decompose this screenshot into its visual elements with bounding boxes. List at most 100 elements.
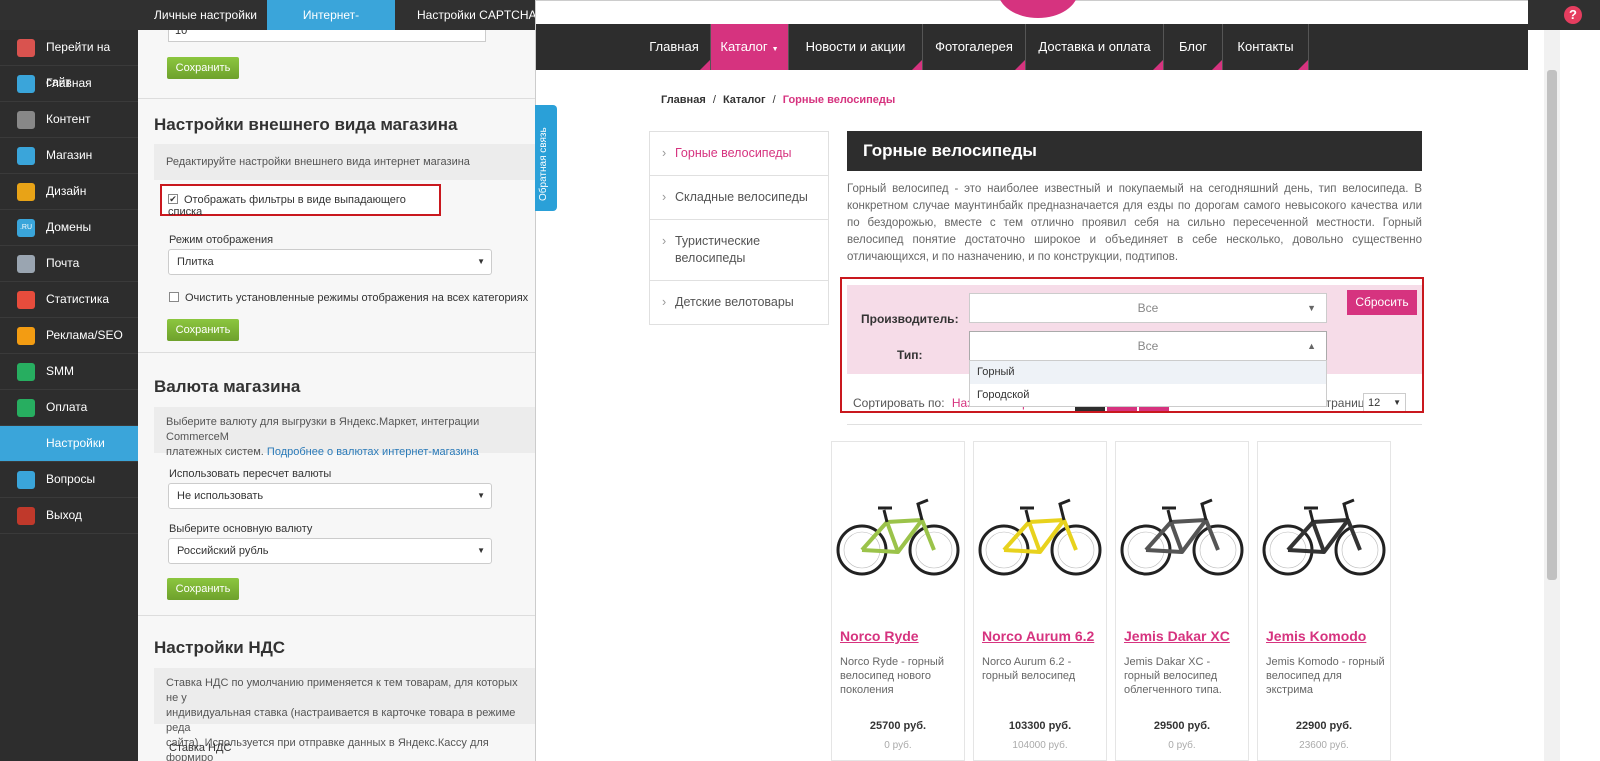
currency-info-link[interactable]: Подробнее о валютах интернет-магазина — [267, 446, 479, 458]
sidebar-item-question[interactable]: Вопросы — [0, 462, 138, 498]
chevron-down-icon: ▼ — [477, 491, 485, 500]
sidebar-item-power[interactable]: Выход — [0, 498, 138, 534]
dropdown-filters-highlight: ✔ Отображать фильтры в виде выпадающего с… — [160, 184, 441, 218]
divider — [138, 352, 538, 353]
dropdown-filters-option[interactable]: ✔ Отображать фильтры в виде выпадающего с… — [168, 194, 439, 218]
question-icon — [17, 471, 35, 489]
sidebar-item-domain[interactable]: .RU Домены — [0, 210, 138, 246]
nav-blog[interactable]: Блог — [1164, 24, 1223, 70]
nav-news[interactable]: Новости и акции — [789, 24, 923, 70]
nav-gallery[interactable]: Фотогалерея — [923, 24, 1026, 70]
sidebar-item-label: Настройки — [46, 436, 105, 450]
sidebar-item-cart[interactable]: Магазин — [0, 138, 138, 174]
top-number-input[interactable]: 10 — [168, 30, 486, 42]
product-name-link[interactable]: Jemis Komodo — [1266, 628, 1366, 644]
display-mode-select[interactable]: Плитка ▼ — [168, 249, 492, 275]
recalc-select[interactable]: Не использовать ▼ — [168, 483, 492, 509]
bike-image[interactable] — [832, 482, 964, 592]
tab-personal-settings[interactable]: Личные настройки — [140, 0, 271, 30]
category-mountain[interactable]: › Горные велосипеды — [650, 132, 828, 176]
sidebar-item-home[interactable]: Перейти на сайт — [0, 30, 138, 89]
sidebar-item-gear[interactable]: Настройки — [0, 426, 138, 462]
sidebar-item-chart[interactable]: Реклама/SEO — [0, 318, 138, 354]
divider — [847, 424, 1422, 425]
dropdown-filters-checkbox[interactable]: ✔ — [168, 194, 178, 205]
product-name-link[interactable]: Norco Ryde — [840, 628, 919, 644]
category-touring[interactable]: › Туристические велосипеды — [650, 220, 828, 281]
tab-online-store[interactable]: Интернет-магазин — [267, 0, 395, 52]
currency-desc-line1: Выберите валюту для выгрузки в Яндекс.Ма… — [166, 416, 480, 443]
currency-desc-line2: платежных систем. — [166, 446, 267, 458]
product-card[interactable]: Norco Ryde Norco Ryde - горный велосипед … — [831, 441, 965, 761]
tab-captcha-settings[interactable]: Настройки CAPTCHA — [403, 0, 551, 30]
sidebar-item-label: Магазин — [46, 148, 93, 162]
sidebar-item-stats[interactable]: Статистика — [0, 282, 138, 318]
vat-title: Настройки НДС — [154, 638, 286, 657]
clear-modes-checkbox[interactable] — [169, 292, 179, 303]
help-icon[interactable]: ? — [1564, 6, 1582, 24]
bike-image[interactable] — [1258, 482, 1390, 592]
sidebar-item-document[interactable]: Контент — [0, 102, 138, 138]
product-card[interactable]: Jemis Dakar XC Jemis Dakar XC - горный ве… — [1115, 441, 1249, 761]
chevron-right-icon: › — [662, 295, 667, 309]
sidebar-item-label: Домены — [46, 220, 92, 234]
feedback-tab[interactable]: Обратная связь — [535, 105, 557, 211]
nav-catalog[interactable]: Каталог ▼ — [711, 24, 789, 70]
sidebar-item-people[interactable]: SMM — [0, 354, 138, 390]
bike-image[interactable] — [1116, 482, 1248, 592]
scrollbar-thumb[interactable] — [1547, 70, 1557, 580]
breadcrumb-current: Горные велосипеды — [782, 94, 896, 106]
product-card[interactable]: Norco Aurum 6.2 Norco Aurum 6.2 - горный … — [973, 441, 1107, 761]
dropdown-filters-label: Отображать фильтры в виде выпадающего сп… — [168, 194, 406, 218]
vat-desc-line2: индивидуальная ставка (настраивается в к… — [166, 707, 516, 734]
product-price: 22900 руб. — [1295, 720, 1353, 732]
main-currency-select[interactable]: Российский рубль ▼ — [168, 538, 492, 564]
sidebar-item-label: Главная — [46, 76, 92, 90]
breadcrumb-separator: / — [772, 94, 776, 106]
chevron-down-icon: ▼ — [477, 257, 485, 266]
sidebar-item-label: Выход — [46, 508, 82, 522]
product-card[interactable]: Jemis Komodo Jemis Komodo - горный велоси… — [1257, 441, 1391, 761]
product-price: 103300 руб. — [1008, 720, 1072, 732]
sidebar-item-label: SMM — [46, 364, 74, 378]
save-button-appearance[interactable]: Сохранить — [167, 319, 239, 341]
vat-desc: Ставка НДС по умолчанию применяется к те… — [154, 668, 538, 761]
settings-panel: 10 Сохранить Настройки внешнего вида маг… — [138, 30, 538, 761]
domain-icon: .RU — [17, 219, 35, 237]
product-name-link[interactable]: Norco Aurum 6.2 — [982, 628, 1094, 644]
divider — [138, 98, 538, 99]
product-name-link[interactable]: Jemis Dakar XC — [1124, 628, 1230, 644]
feedback-label: Обратная связь — [538, 127, 549, 201]
category-title: Горные велосипеды — [847, 131, 1422, 171]
product-description: Jemis Dakar XC - горный велосипед облегч… — [1124, 656, 1222, 696]
sidebar: Перейти на сайт Главная Контент Магазин Диза… — [0, 30, 138, 761]
save-button-top[interactable]: Сохранить — [167, 57, 239, 79]
breadcrumb-home[interactable]: Главная — [661, 94, 706, 106]
category-folding[interactable]: › Складные велосипеды — [650, 176, 828, 220]
sidebar-item-money[interactable]: Оплата — [0, 390, 138, 426]
nav-home[interactable]: Главная — [638, 24, 711, 70]
currency-desc: Выберите валюту для выгрузки в Яндекс.Ма… — [154, 407, 538, 458]
category-kids[interactable]: › Детские велотовары — [650, 281, 828, 324]
stats-icon — [17, 291, 35, 309]
breadcrumb-catalog[interactable]: Каталог — [723, 94, 766, 106]
product-description: Jemis Komodo - горный велосипед для экст… — [1266, 656, 1385, 696]
product-old-price: 104000 руб. — [1012, 740, 1068, 751]
chevron-down-icon: ▼ — [477, 546, 485, 555]
nav-delivery[interactable]: Доставка и оплата — [1026, 24, 1164, 70]
filter-highlight-box — [840, 277, 1424, 413]
nav-contacts[interactable]: Контакты — [1223, 24, 1309, 70]
palette-icon — [17, 183, 35, 201]
people-icon — [17, 363, 35, 381]
bike-image[interactable] — [974, 482, 1106, 592]
sidebar-item-butterfly[interactable]: Главная — [0, 66, 138, 102]
save-button-currency[interactable]: Сохранить — [167, 578, 239, 600]
clear-modes-option[interactable]: Очистить установленные режимы отображени… — [169, 292, 528, 304]
site-logo[interactable] — [998, 0, 1078, 18]
product-price: 25700 руб. — [869, 720, 927, 732]
product-description: Norco Ryde - горный велосипед нового пок… — [840, 656, 944, 696]
document-icon — [17, 111, 35, 129]
divider — [138, 615, 538, 616]
sidebar-item-palette[interactable]: Дизайн — [0, 174, 138, 210]
sidebar-item-mail[interactable]: Почта — [0, 246, 138, 282]
